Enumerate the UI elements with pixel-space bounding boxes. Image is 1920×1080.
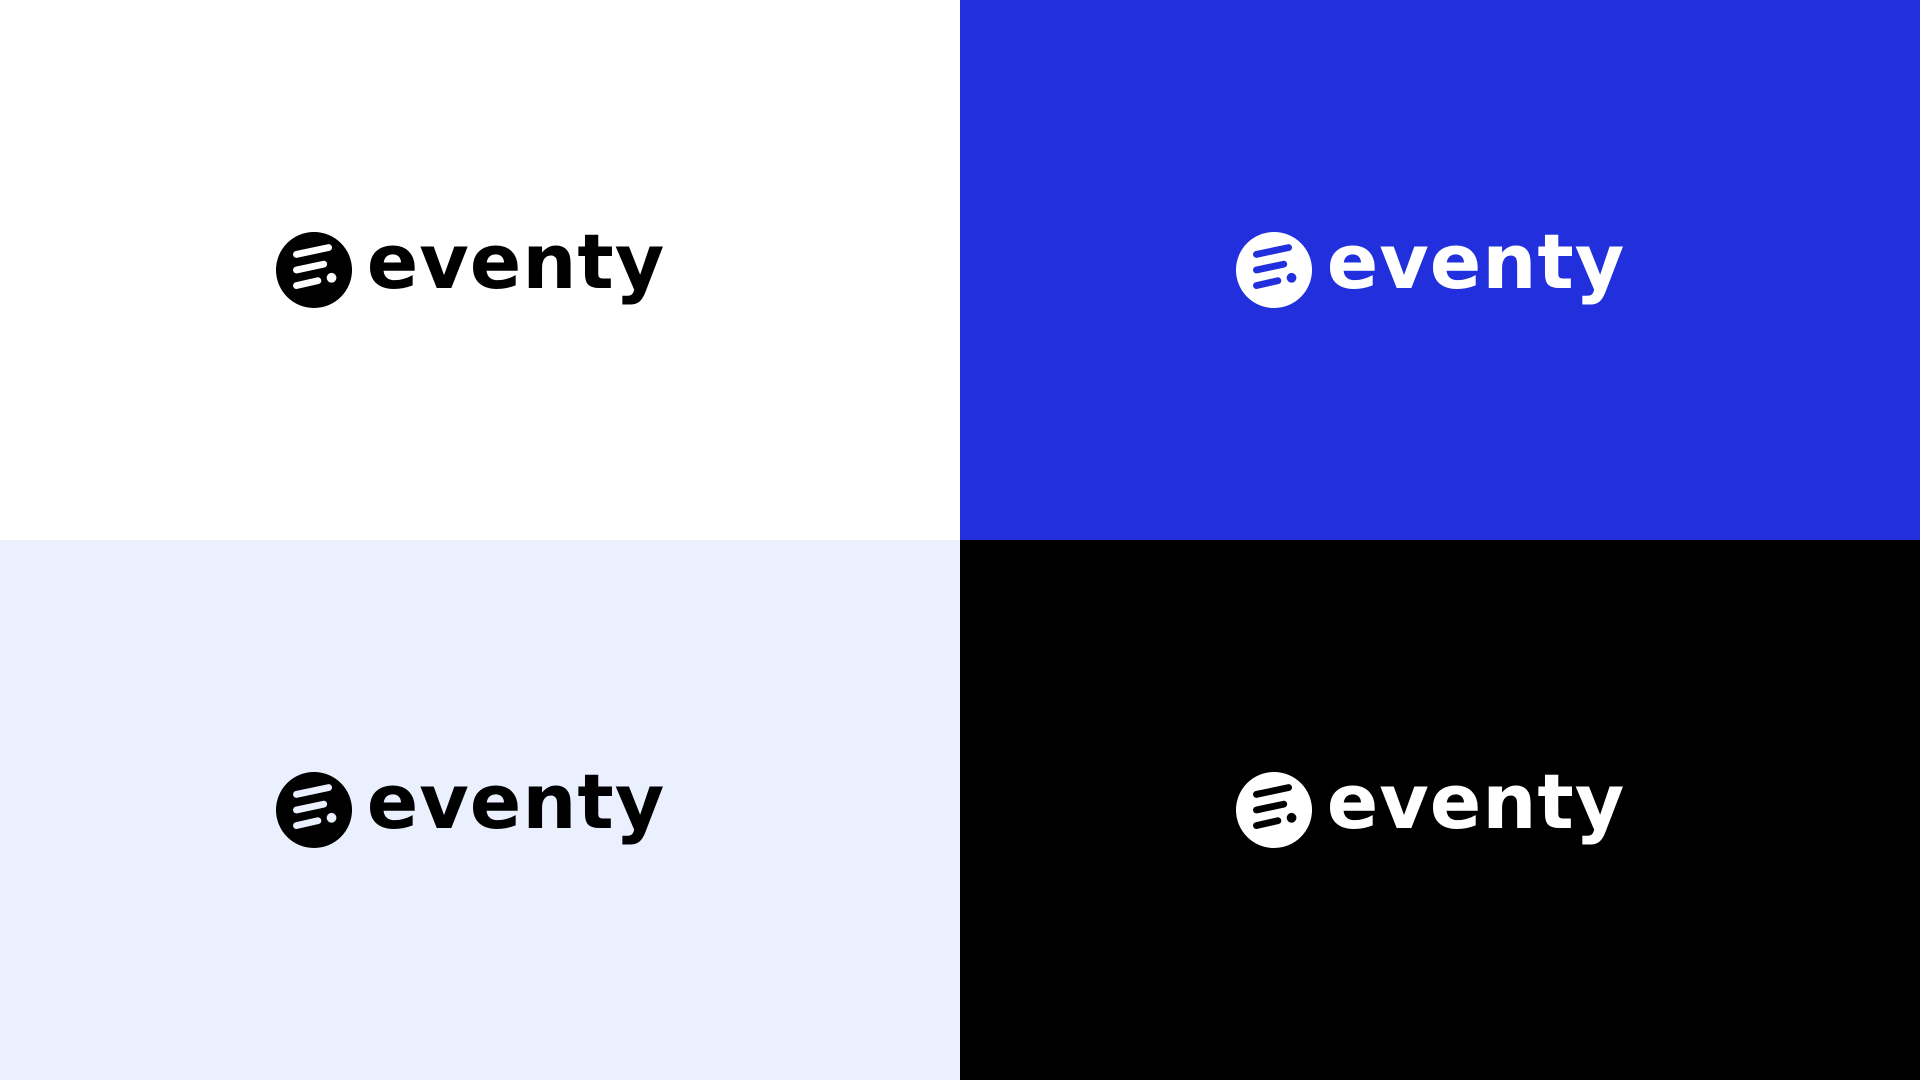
panel-white: eventy — [0, 0, 960, 540]
panel-black: eventy — [960, 540, 1920, 1080]
logo-lockup: eventy — [1235, 224, 1626, 309]
brand-wordmark: eventy — [366, 757, 666, 846]
logo-variations-grid: eventy eventy eventy eventy — [0, 0, 1920, 1080]
brand-wordmark: eventy — [1326, 217, 1626, 306]
logo-lockup: eventy — [1235, 764, 1626, 849]
brand-wordmark: eventy — [366, 217, 666, 306]
logo-lockup: eventy — [275, 764, 666, 849]
eventy-logo-mark-icon — [275, 771, 352, 849]
eventy-logo-mark-icon — [1235, 231, 1312, 309]
brand-wordmark: eventy — [1326, 757, 1626, 846]
panel-blue: eventy — [960, 0, 1920, 540]
eventy-logo-mark-icon — [275, 231, 352, 309]
panel-light-blue: eventy — [0, 540, 960, 1080]
logo-lockup: eventy — [275, 224, 666, 309]
eventy-logo-mark-icon — [1235, 771, 1312, 849]
